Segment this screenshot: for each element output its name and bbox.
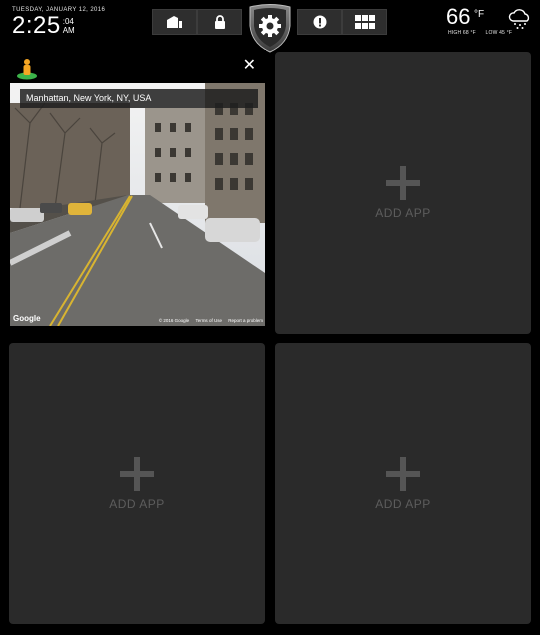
pegman-icon[interactable] (16, 58, 38, 80)
add-app-button[interactable]: ADD APP (275, 456, 531, 511)
google-logo: Google (13, 314, 41, 323)
temperature: 66 (446, 4, 471, 29)
high-temp: HIGH 68 °F (448, 30, 476, 36)
add-app-label: ADD APP (375, 206, 431, 220)
alert-button[interactable] (297, 9, 342, 35)
grid-icon (354, 15, 375, 29)
plus-icon (120, 456, 154, 491)
low-temp: LOW 45 °F (485, 30, 513, 36)
address-label: Manhattan, New York, NY, USA (20, 89, 258, 108)
terms-link[interactable]: Terms of Use (195, 318, 222, 323)
street-view-panel: ✕ Manhattan, New York, NY, USA Google © … (4, 50, 266, 334)
gear-icon (259, 15, 281, 37)
app-slot-2: ADD APP (275, 52, 531, 334)
app-slot-3: ADD APP (9, 343, 265, 624)
apps-grid-button[interactable] (342, 9, 387, 35)
add-app-button[interactable]: ADD APP (275, 166, 531, 220)
app-slot-4: ADD APP (275, 343, 531, 624)
time-ampm: AM (62, 26, 75, 35)
top-bar: TUESDAY, JANUARY 12, 2016 2:25 :04 AM 66… (0, 0, 540, 53)
garage-icon (166, 16, 182, 28)
plus-icon (386, 456, 420, 491)
weather-widget: 66 °F HIGH 68 °F LOW 45 °F (446, 6, 532, 40)
clock: TUESDAY, JANUARY 12, 2016 2:25 :04 AM (12, 7, 105, 39)
time-seconds: :04 (62, 17, 74, 26)
lock-button[interactable] (197, 9, 242, 35)
close-button[interactable]: ✕ (243, 58, 256, 74)
temperature-unit: °F (474, 9, 485, 20)
alert-icon (313, 15, 326, 29)
add-app-label: ADD APP (375, 496, 431, 511)
time-hours-minutes: 2:25 (12, 12, 61, 39)
time-display: 2:25 :04 AM (12, 12, 105, 39)
snow-cloud-icon (508, 9, 530, 29)
copyright-text: © 2016 Google (158, 318, 190, 323)
plus-icon (386, 166, 420, 200)
add-app-label: ADD APP (109, 496, 165, 511)
report-problem-link[interactable]: Report a problem (228, 318, 263, 323)
add-app-button[interactable]: ADD APP (9, 456, 265, 511)
lock-icon (214, 15, 225, 29)
street-view-image[interactable]: Manhattan, New York, NY, USA Google © 20… (10, 83, 265, 326)
garage-button[interactable] (152, 9, 197, 35)
settings-shield-button[interactable] (246, 4, 294, 54)
